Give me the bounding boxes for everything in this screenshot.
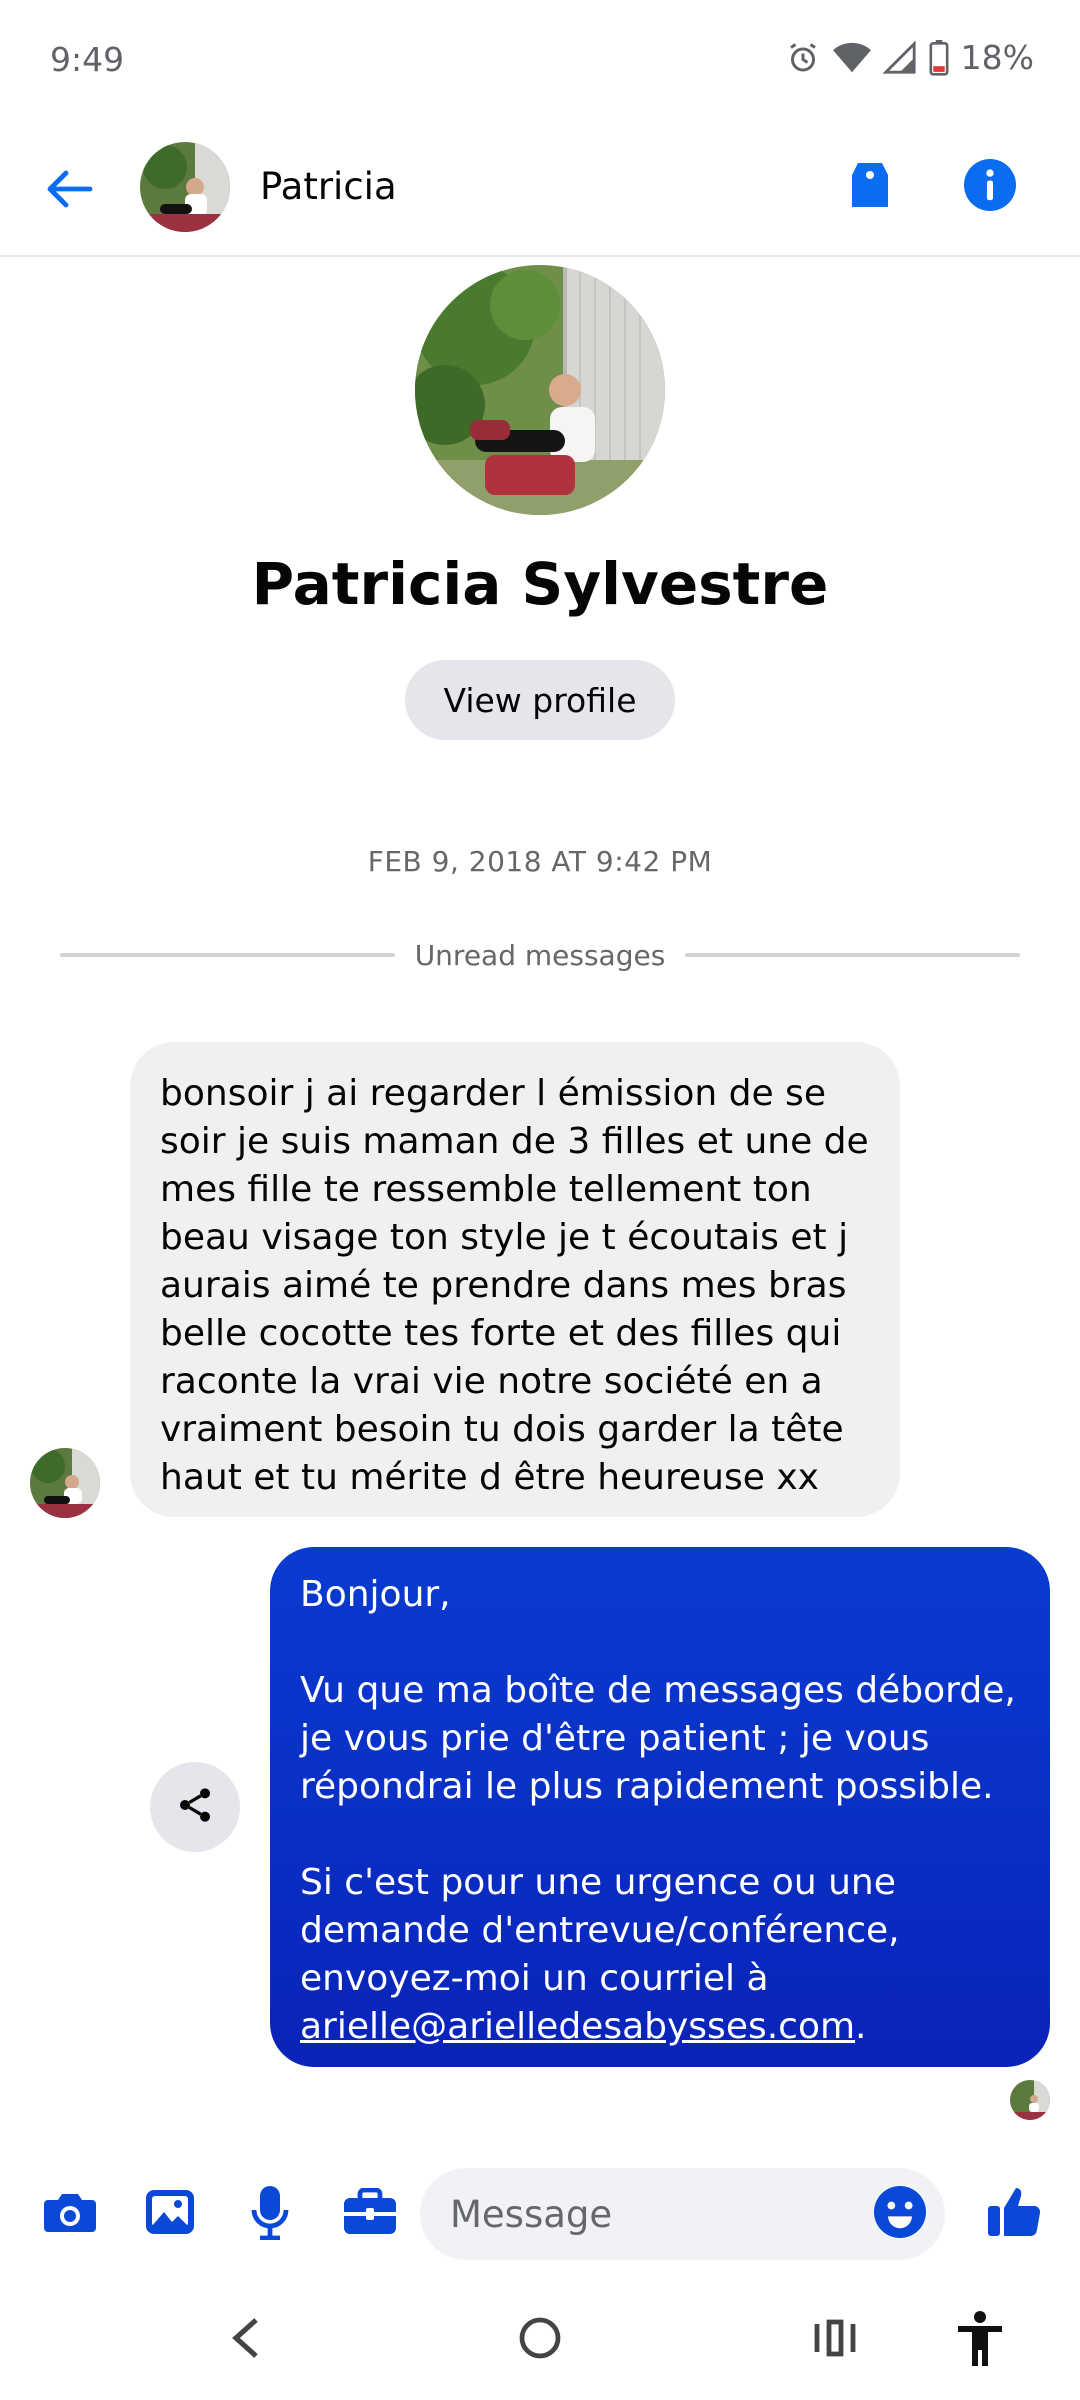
avatar[interactable] [140,142,230,232]
message-line: je vous prie d'être patient ; je vous [300,1718,930,1759]
like-button[interactable] [982,2182,1046,2246]
email-suffix: . [855,2006,867,2047]
info-icon [964,159,1016,215]
view-profile-button[interactable]: View profile [405,660,675,740]
recents-icon [813,2318,857,2362]
incoming-message-bubble[interactable]: bonsoir j ai regarder l émission de se s… [130,1042,900,1517]
briefcase-button[interactable] [338,2182,402,2246]
contact-name[interactable]: Patricia [260,165,397,208]
emoji-icon [874,2186,926,2242]
alarm-icon [785,40,821,76]
message-greeting: Bonjour, [300,1574,451,1615]
message-line: vraiment besoin tu dois garder la tête [160,1409,844,1450]
email-link[interactable]: arielle@arielledesabysses.com [300,2006,855,2047]
message-line: Vu que ma boîte de messages déborde, [300,1670,1016,1711]
back-button[interactable] [40,165,100,217]
camera-icon [42,2188,98,2240]
home-circle-icon [518,2316,562,2364]
tag-button[interactable] [840,157,900,217]
message-placeholder: Message [450,2192,613,2236]
profile-full-name: Patricia Sylvestre [251,550,829,618]
status-icons: 18% [785,38,1034,77]
message-line: soir je suis maman de 3 filles et une de [160,1121,869,1162]
chat-header: Patricia [0,125,1080,257]
message-line: Si c'est pour une urgence ou une [300,1862,896,1903]
message-line: haut et tu mérite d être heureuse xx [160,1457,819,1498]
seen-indicator-avatar [1010,2080,1050,2120]
chevron-left-icon [230,2316,260,2364]
divider-line-right [685,953,1020,957]
status-bar: 9:49 18% [0,0,1080,125]
nav-recents-button[interactable] [795,2300,875,2380]
unread-divider: Unread messages [60,935,1020,975]
gallery-button[interactable] [138,2182,202,2246]
conversation-timestamp: FEB 9, 2018 AT 9:42 PM [367,845,713,878]
battery-icon [929,39,949,76]
share-icon [175,1785,215,1829]
share-button[interactable] [150,1762,240,1852]
divider-line-left [60,953,395,957]
microphone-button[interactable] [238,2182,302,2246]
nav-home-button[interactable] [500,2300,580,2380]
battery-percent: 18% [960,38,1034,77]
thumbs-up-icon [986,2184,1042,2244]
accessibility-icon [954,2310,1006,2370]
camera-button[interactable] [38,2182,102,2246]
message-input[interactable]: Message [420,2168,945,2260]
message-line: belle cocotte tes forte et des filles qu… [160,1313,842,1354]
message-line: bonsoir j ai regarder l émission de se [160,1073,826,1114]
nav-back-button[interactable] [205,2300,285,2380]
wifi-icon [832,41,871,75]
message-line: répondrai le plus rapidement possible. [300,1766,994,1807]
emoji-button[interactable] [868,2182,932,2246]
message-composer: Message [0,2160,1080,2270]
tag-icon [848,159,892,215]
sender-avatar[interactable] [30,1448,100,1518]
unread-label: Unread messages [414,938,666,972]
system-nav-bar [0,2280,1080,2400]
microphone-icon [250,2184,290,2244]
nav-accessibility-button[interactable] [940,2300,1020,2380]
message-line: mes fille te ressemble tellement ton [160,1169,812,1210]
back-arrow-icon [46,169,94,213]
profile-avatar[interactable] [415,265,665,515]
message-line: aurais aimé te prendre dans mes bras [160,1265,847,1306]
outgoing-message-bubble[interactable]: Bonjour, Vu que ma boîte de messages déb… [270,1547,1050,2067]
status-time: 9:49 [50,40,125,79]
message-line: raconte la vrai vie notre société en a [160,1361,823,1402]
message-line: demande d'entrevue/conférence, [300,1910,900,1951]
message-line: envoyez-moi un courriel à [300,1958,769,1999]
gallery-icon [144,2187,196,2241]
briefcase-icon [342,2187,398,2240]
signal-icon [882,40,917,75]
info-button[interactable] [960,157,1020,217]
message-line: beau visage ton style je t écoutais et j [160,1217,849,1258]
